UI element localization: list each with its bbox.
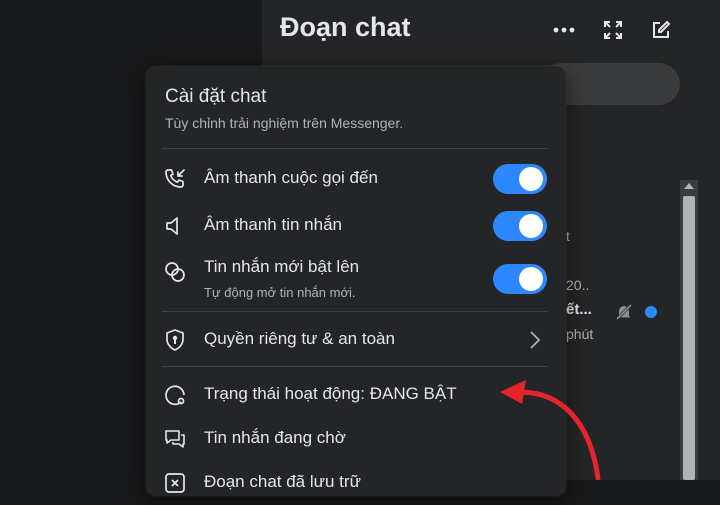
scroll-up-arrow-icon[interactable] — [684, 183, 694, 189]
active-status-label: Trạng thái hoạt động: ĐANG BẬT — [204, 384, 457, 403]
incoming-call-icon — [165, 169, 185, 188]
toggle-knob — [519, 267, 543, 291]
new-message-button[interactable] — [645, 14, 677, 46]
chat-name-fragment[interactable]: ết... — [566, 301, 592, 318]
new-message-popup-sublabel: Tự động mở tin nhắn mới. — [204, 285, 356, 300]
scroll-thumb[interactable] — [683, 196, 695, 480]
shield-lock-icon — [166, 329, 184, 351]
message-requests-label: Tin nhắn đang chờ — [204, 428, 346, 447]
chat-date-fragment: 20.. — [566, 277, 590, 293]
archive-box-icon — [165, 473, 185, 493]
message-requests-icon — [165, 430, 185, 448]
active-status-icon — [165, 385, 185, 406]
expand-icon — [604, 21, 622, 39]
muted-bell-icon — [615, 303, 633, 321]
menu-subtitle: Tùy chỉnh trải nghiệm trên Messenger. — [165, 115, 404, 131]
archived-chats-label: Đoạn chat đã lưu trữ — [204, 472, 361, 491]
chat-time-fragment: phút — [566, 326, 594, 342]
more-options-button[interactable] — [548, 14, 580, 46]
unread-dot — [645, 306, 657, 318]
chats-title: Đoạn chat — [280, 12, 411, 42]
toggle-knob — [519, 167, 543, 191]
divider — [162, 366, 548, 367]
annotation-arrow — [500, 380, 601, 480]
new-message-popup-label: Tin nhắn mới bật lên — [204, 257, 360, 276]
incoming-call-sound-row[interactable]: Âm thanh cuộc gọi đến — [146, 157, 566, 201]
speaker-icon — [166, 217, 178, 235]
new-message-popup-toggle[interactable] — [493, 264, 547, 294]
chat-list-scrollbar[interactable] — [680, 180, 698, 480]
expand-button[interactable] — [597, 14, 629, 46]
toggle-knob — [519, 214, 543, 238]
incoming-call-sound-toggle[interactable] — [493, 164, 547, 194]
new-message-popup-row[interactable]: Tin nhắn mới bật lên Tự động mở tin nhắn… — [146, 254, 566, 306]
message-sound-label: Âm thanh tin nhắn — [204, 215, 342, 234]
chevron-right-icon — [530, 331, 541, 349]
menu-title: Cài đặt chat — [165, 86, 267, 107]
message-sound-row[interactable]: Âm thanh tin nhắn — [146, 204, 566, 248]
message-sound-toggle[interactable] — [493, 211, 547, 241]
divider — [162, 148, 548, 149]
more-dots-icon — [553, 27, 575, 33]
privacy-safety-row[interactable]: Quyền riêng tư & an toàn — [146, 318, 566, 362]
incoming-call-sound-label: Âm thanh cuộc gọi đến — [204, 168, 378, 187]
compose-icon — [653, 20, 671, 38]
chat-bubbles-icon — [165, 262, 185, 282]
chat-preview-fragment: t — [566, 228, 570, 244]
divider — [162, 311, 548, 312]
privacy-safety-label: Quyền riêng tư & an toàn — [204, 329, 395, 348]
